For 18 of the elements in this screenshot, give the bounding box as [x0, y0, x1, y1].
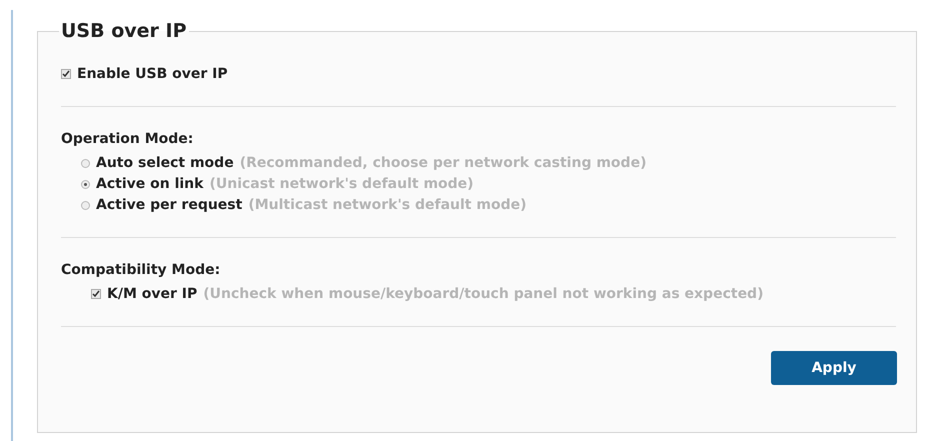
checkbox-label: Enable USB over IP — [77, 66, 228, 82]
hint-text: (Uncheck when mouse/keyboard/touch panel not working as expected) — [203, 286, 764, 302]
radio-label: Auto select mode — [96, 155, 234, 171]
radio-button[interactable] — [81, 180, 90, 188]
checkbox[interactable] — [91, 289, 101, 299]
radio-button[interactable] — [81, 158, 90, 168]
radio-label: Active per request — [96, 197, 242, 213]
section-label: Operation Mode: — [61, 131, 194, 147]
apply-button[interactable]: Apply — [771, 351, 897, 385]
hint-text: (Multicast network's default mode) — [248, 197, 526, 213]
checkbox[interactable] — [61, 69, 71, 79]
checkbox-label: K/M over IP — [107, 286, 198, 302]
section-title: USB over IP — [60, 20, 188, 42]
section-label: Compatibility Mode: — [61, 262, 222, 278]
radio-button[interactable] — [81, 200, 90, 210]
hint-text: (Recommanded, choose per network casting mode) — [240, 155, 646, 171]
radio-label: Active on link — [96, 176, 204, 192]
hint-text: (Unicast network's default mode) — [209, 176, 474, 192]
